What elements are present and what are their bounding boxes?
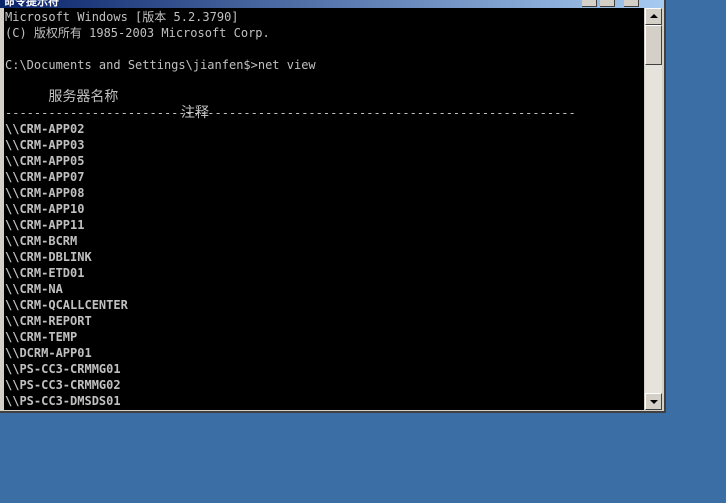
scrollbar-thumb[interactable]	[645, 25, 662, 65]
server-entry: \\CRM-ETD01	[5, 266, 85, 280]
separator-line: ----------------------------------------…	[5, 106, 576, 120]
server-entry: \\CRM-BCRM	[5, 234, 78, 248]
copyright-line: (C) 版权所有 1985-2003 Microsoft Corp.	[5, 26, 270, 40]
server-entry: \\PS-CC3-DMSDS01	[5, 394, 121, 408]
server-entry: \\CRM-TEMP	[5, 330, 78, 344]
column-header: 服务器名称 注释	[5, 73, 605, 121]
server-entry: \\CRM-APP02	[5, 122, 85, 136]
maximize-button[interactable]	[600, 0, 615, 7]
title-bar[interactable]: 命令提示符	[0, 0, 664, 8]
server-entry: \\CRM-APP11	[5, 218, 85, 232]
minimize-button[interactable]	[582, 0, 597, 7]
window-title: 命令提示符	[4, 0, 59, 8]
server-entry: \\CRM-APP07	[5, 170, 85, 184]
server-entry: \\CRM-REPORT	[5, 314, 92, 328]
scroll-down-button[interactable]	[645, 393, 662, 410]
server-entry: \\PS-CC3-CRMMG01	[5, 362, 121, 376]
console-output[interactable]: Microsoft Windows [版本 5.2.3790] (C) 版权所有…	[4, 8, 644, 410]
arrow-up-icon	[650, 14, 658, 18]
server-entry: \\DCRM-APP01	[5, 346, 92, 360]
arrow-down-icon	[650, 400, 658, 404]
version-line: Microsoft Windows [版本 5.2.3790]	[5, 10, 239, 24]
scroll-up-button[interactable]	[645, 8, 662, 25]
server-entry: \\CRM-QCALLCENTER	[5, 298, 128, 312]
console-window: 命令提示符 Microsoft Windows [版本 5.2.3790] (C…	[0, 0, 666, 413]
close-button[interactable]	[624, 0, 639, 7]
server-entry: \\CRM-APP03	[5, 138, 85, 152]
server-entry: \\PS-CC3-CRMMG02	[5, 378, 121, 392]
server-entry: \\CRM-NA	[5, 282, 63, 296]
vertical-scrollbar[interactable]	[645, 8, 662, 410]
server-entry: \\CRM-DBLINK	[5, 250, 92, 264]
server-entry: \\CRM-APP08	[5, 186, 85, 200]
prompt-line: C:\Documents and Settings\jianfen$>net v…	[5, 58, 316, 72]
server-name-header: 服务器名称	[48, 89, 119, 105]
server-entry: \\CRM-APP05	[5, 154, 85, 168]
server-entry: \\CRM-APP10	[5, 202, 85, 216]
